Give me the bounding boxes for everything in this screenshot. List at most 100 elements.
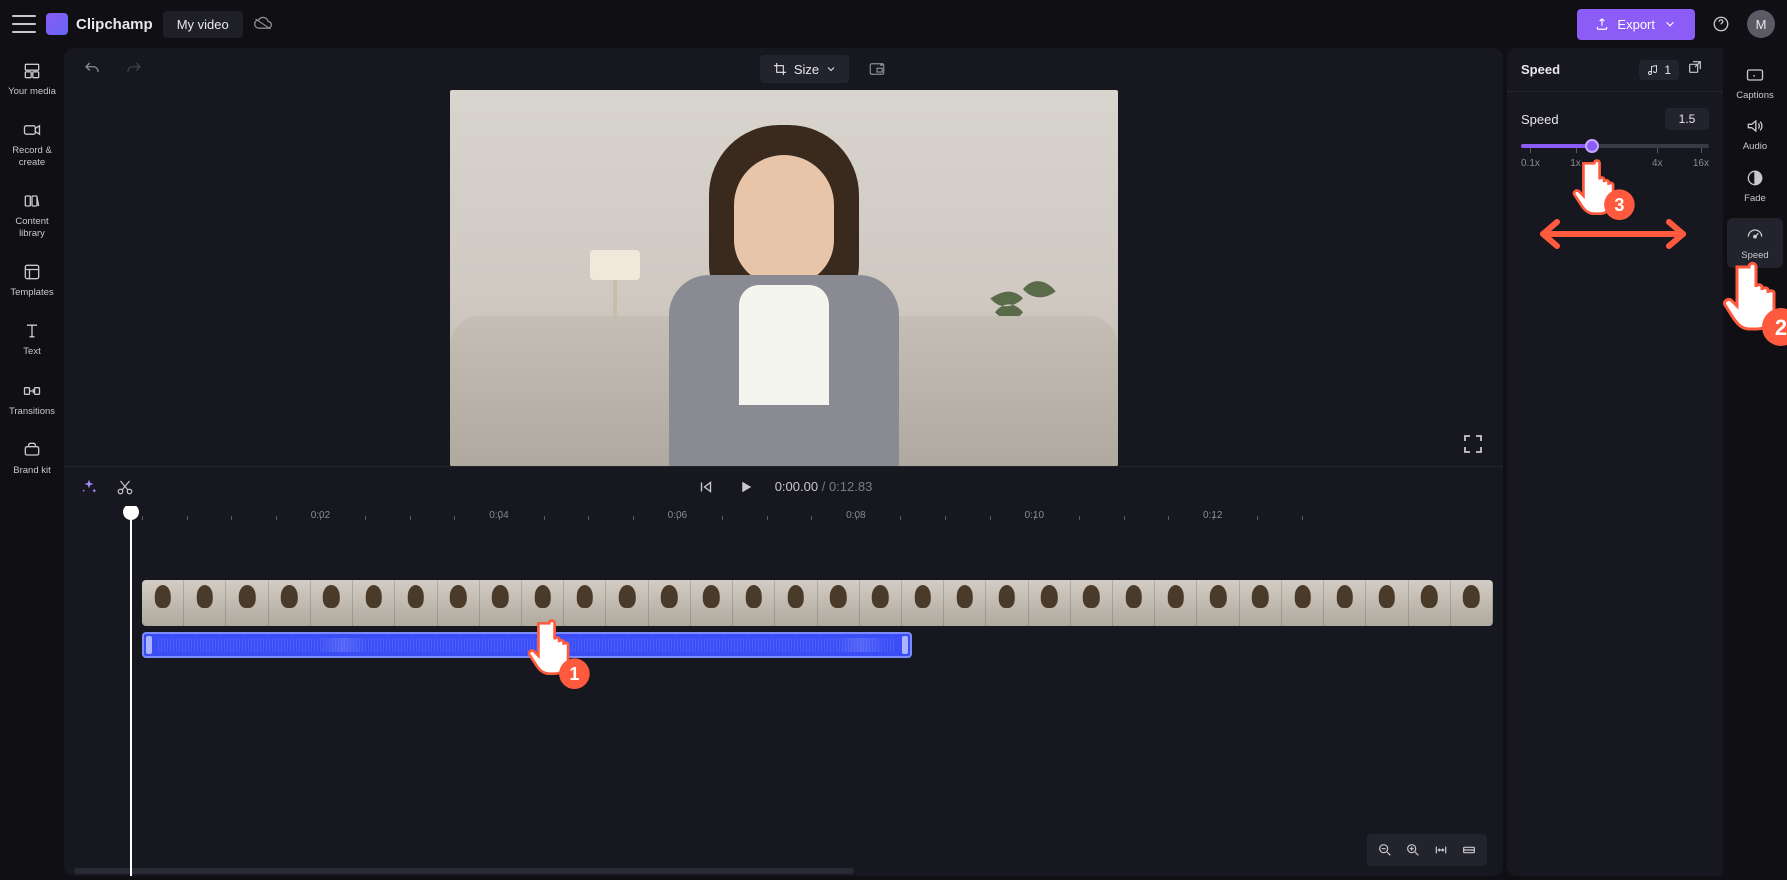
right-rail-fade[interactable]: Fade: [1727, 167, 1783, 204]
right-rail-captions[interactable]: Captions: [1727, 64, 1783, 101]
sidebar-item-label: Text: [23, 346, 40, 357]
clip-thumbnail: [311, 580, 353, 626]
clip-thumbnail: [1155, 580, 1197, 626]
video-clip[interactable]: [142, 580, 1493, 626]
speed-slider[interactable]: [1521, 144, 1709, 148]
right-rail: Captions Audio Fade Speed 2: [1723, 48, 1787, 880]
rail-label: Audio: [1743, 141, 1767, 152]
sidebar-item-label: Record & create: [4, 145, 60, 168]
clip-thumbnail: [1029, 580, 1071, 626]
rail-label: Fade: [1744, 193, 1766, 204]
captions-icon: [1744, 64, 1766, 86]
sidebar-item-transitions[interactable]: Transitions: [4, 380, 60, 417]
sidebar-item-label: Content library: [4, 216, 60, 239]
media-icon: [21, 60, 43, 82]
clip-thumbnail: [649, 580, 691, 626]
sidebar-item-record[interactable]: Record & create: [4, 119, 60, 168]
cloud-sync-icon[interactable]: [253, 14, 273, 34]
playhead[interactable]: [130, 506, 132, 876]
chevron-down-icon: [1663, 17, 1677, 31]
speed-value-input[interactable]: 1.5: [1665, 108, 1709, 130]
zoom-controls: [1367, 834, 1487, 866]
ruler-label: 0:06: [668, 510, 687, 521]
picture-in-picture-button[interactable]: [863, 55, 891, 83]
sidebar-item-label: Brand kit: [13, 465, 51, 476]
sidebar-item-label: Transitions: [9, 406, 55, 417]
timeline-ruler[interactable]: /*placeholder*/ 0:020:040:060:080:100:12: [76, 506, 1503, 534]
clip-handle-left[interactable]: [146, 636, 152, 654]
speed-label: Speed: [1521, 112, 1559, 127]
sidebar-item-content-library[interactable]: Content library: [4, 190, 60, 239]
clip-thumbnail: [1409, 580, 1451, 626]
clip-thumbnail: [184, 580, 226, 626]
sidebar-item-your-media[interactable]: Your media: [4, 60, 60, 97]
project-title-input[interactable]: My video: [163, 11, 243, 38]
audio-clip[interactable]: [142, 632, 912, 658]
clip-thumbnail: [944, 580, 986, 626]
left-rail: Your media Record & create Content libra…: [0, 48, 64, 880]
tutorial-arrows: [1513, 204, 1713, 264]
ruler-label: 0:10: [1025, 510, 1044, 521]
playback-controls: 0:00.00 / 0:12.83: [64, 466, 1503, 506]
right-rail-speed[interactable]: Speed: [1727, 218, 1783, 267]
ruler-label: 0:04: [489, 510, 508, 521]
clip-thumbnail: [1113, 580, 1155, 626]
size-dropdown[interactable]: Size: [760, 55, 849, 83]
sidebar-item-label: Templates: [10, 287, 53, 298]
avatar[interactable]: M: [1747, 10, 1775, 38]
sidebar-item-text[interactable]: Text: [4, 320, 60, 357]
ruler-label: 0:02: [311, 510, 330, 521]
preview-toolbar: Size: [64, 48, 1503, 90]
zoom-mode-button[interactable]: [1455, 838, 1483, 862]
slider-thumb[interactable]: [1585, 139, 1599, 153]
music-note-icon: [1647, 64, 1659, 76]
popout-button[interactable]: [1687, 59, 1709, 81]
editor-area: Size: [64, 48, 1503, 876]
zoom-fit-button[interactable]: [1427, 838, 1455, 862]
ruler-label: 0:12: [1203, 510, 1222, 521]
brand-logo-icon: [46, 13, 68, 35]
menu-icon[interactable]: [12, 15, 36, 33]
cut-button[interactable]: [114, 476, 136, 498]
skip-back-button[interactable]: [695, 476, 717, 498]
chevron-down-icon: [825, 63, 837, 75]
clip-thumbnail: [395, 580, 437, 626]
clip-thumbnail: [606, 580, 648, 626]
export-label: Export: [1617, 17, 1655, 32]
crop-icon: [772, 61, 788, 77]
duration: 0:12.83: [829, 479, 872, 494]
clip-thumbnail: [269, 580, 311, 626]
right-rail-audio[interactable]: Audio: [1727, 115, 1783, 152]
clip-count-chip: 1: [1639, 60, 1679, 80]
clip-thumbnail: [522, 580, 564, 626]
library-icon: [21, 190, 43, 212]
fullscreen-button[interactable]: [1461, 432, 1485, 456]
current-time: 0:00.00: [775, 479, 818, 494]
brand-name: Clipchamp: [76, 16, 153, 33]
templates-icon: [21, 261, 43, 283]
clip-handle-right[interactable]: [902, 636, 908, 654]
clip-thumbnail: [1366, 580, 1408, 626]
rail-label: Speed: [1741, 250, 1768, 261]
sidebar-item-brand-kit[interactable]: Brand kit: [4, 439, 60, 476]
properties-panel: Speed 1 Speed 1.5 0.1x 1x 2x 4x 16x: [1507, 48, 1723, 876]
timeline[interactable]: /*placeholder*/ 0:020:040:060:080:100:12: [64, 506, 1503, 876]
redo-button[interactable]: [120, 55, 148, 83]
top-bar: Clipchamp My video Export M: [0, 0, 1787, 48]
waveform: [158, 638, 896, 652]
export-button[interactable]: Export: [1577, 9, 1695, 40]
rail-label: Captions: [1736, 90, 1774, 101]
play-button[interactable]: [735, 476, 757, 498]
speed-icon: [1744, 224, 1766, 246]
clip-thumbnail: [775, 580, 817, 626]
preview-canvas[interactable]: [64, 90, 1503, 466]
undo-button[interactable]: [78, 55, 106, 83]
clip-thumbnail: [480, 580, 522, 626]
help-icon[interactable]: [1705, 8, 1737, 40]
timeline-scrollbar[interactable]: [74, 868, 854, 874]
zoom-in-button[interactable]: [1399, 838, 1427, 862]
sidebar-item-templates[interactable]: Templates: [4, 261, 60, 298]
zoom-out-button[interactable]: [1371, 838, 1399, 862]
clip-thumbnail: [1197, 580, 1239, 626]
ai-sparkle-button[interactable]: [78, 476, 100, 498]
